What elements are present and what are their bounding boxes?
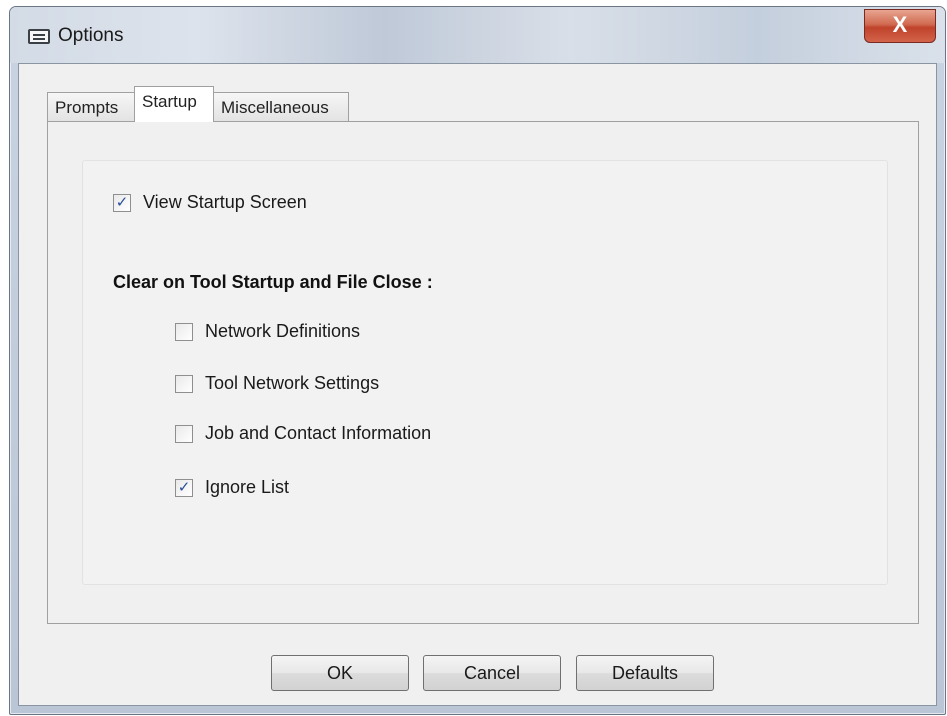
tool-network-settings-option[interactable]: Tool Network Settings [175, 373, 379, 394]
view-startup-screen-checkbox[interactable]: ✓ [113, 193, 131, 212]
close-button[interactable]: X [864, 9, 936, 43]
network-definitions-label: Network Definitions [205, 321, 361, 341]
title-bar[interactable]: Options X [10, 7, 945, 63]
ok-button[interactable]: OK [271, 655, 409, 691]
startup-group-frame: ✓ View Startup Screen Clear on Tool Star… [82, 160, 888, 585]
window-icon [28, 29, 50, 44]
view-startup-screen-option[interactable]: ✓ View Startup Screen [113, 192, 307, 213]
job-contact-information-label: Job and Contact Information [205, 423, 432, 443]
check-mark-icon: ✓ [115, 194, 129, 211]
tool-network-settings-checkbox[interactable] [175, 374, 193, 393]
view-startup-screen-label: View Startup Screen [143, 192, 307, 212]
job-contact-information-checkbox[interactable] [175, 424, 193, 443]
tab-startup[interactable]: Startup [134, 86, 214, 122]
options-dialog: Options X Prompts Startup Miscellaneous … [9, 6, 946, 715]
defaults-button[interactable]: Defaults [576, 655, 714, 691]
startup-tab-panel: ✓ View Startup Screen Clear on Tool Star… [47, 121, 919, 624]
clear-on-startup-heading: Clear on Tool Startup and File Close : [113, 272, 433, 292]
tool-network-settings-label: Tool Network Settings [205, 373, 380, 393]
ignore-list-checkbox[interactable]: ✓ [175, 478, 193, 497]
tab-miscellaneous[interactable]: Miscellaneous [213, 92, 349, 121]
dialog-body: Prompts Startup Miscellaneous ✓ View Sta… [18, 63, 937, 706]
ignore-list-label: Ignore List [205, 477, 290, 497]
job-contact-information-option[interactable]: Job and Contact Information [175, 423, 431, 444]
network-definitions-option[interactable]: Network Definitions [175, 321, 360, 342]
window-title: Options [58, 25, 124, 46]
network-definitions-checkbox[interactable] [175, 322, 193, 341]
cancel-button[interactable]: Cancel [423, 655, 561, 691]
check-mark-icon: ✓ [177, 479, 191, 496]
ignore-list-option[interactable]: ✓ Ignore List [175, 477, 289, 498]
tab-prompts[interactable]: Prompts [47, 92, 135, 121]
